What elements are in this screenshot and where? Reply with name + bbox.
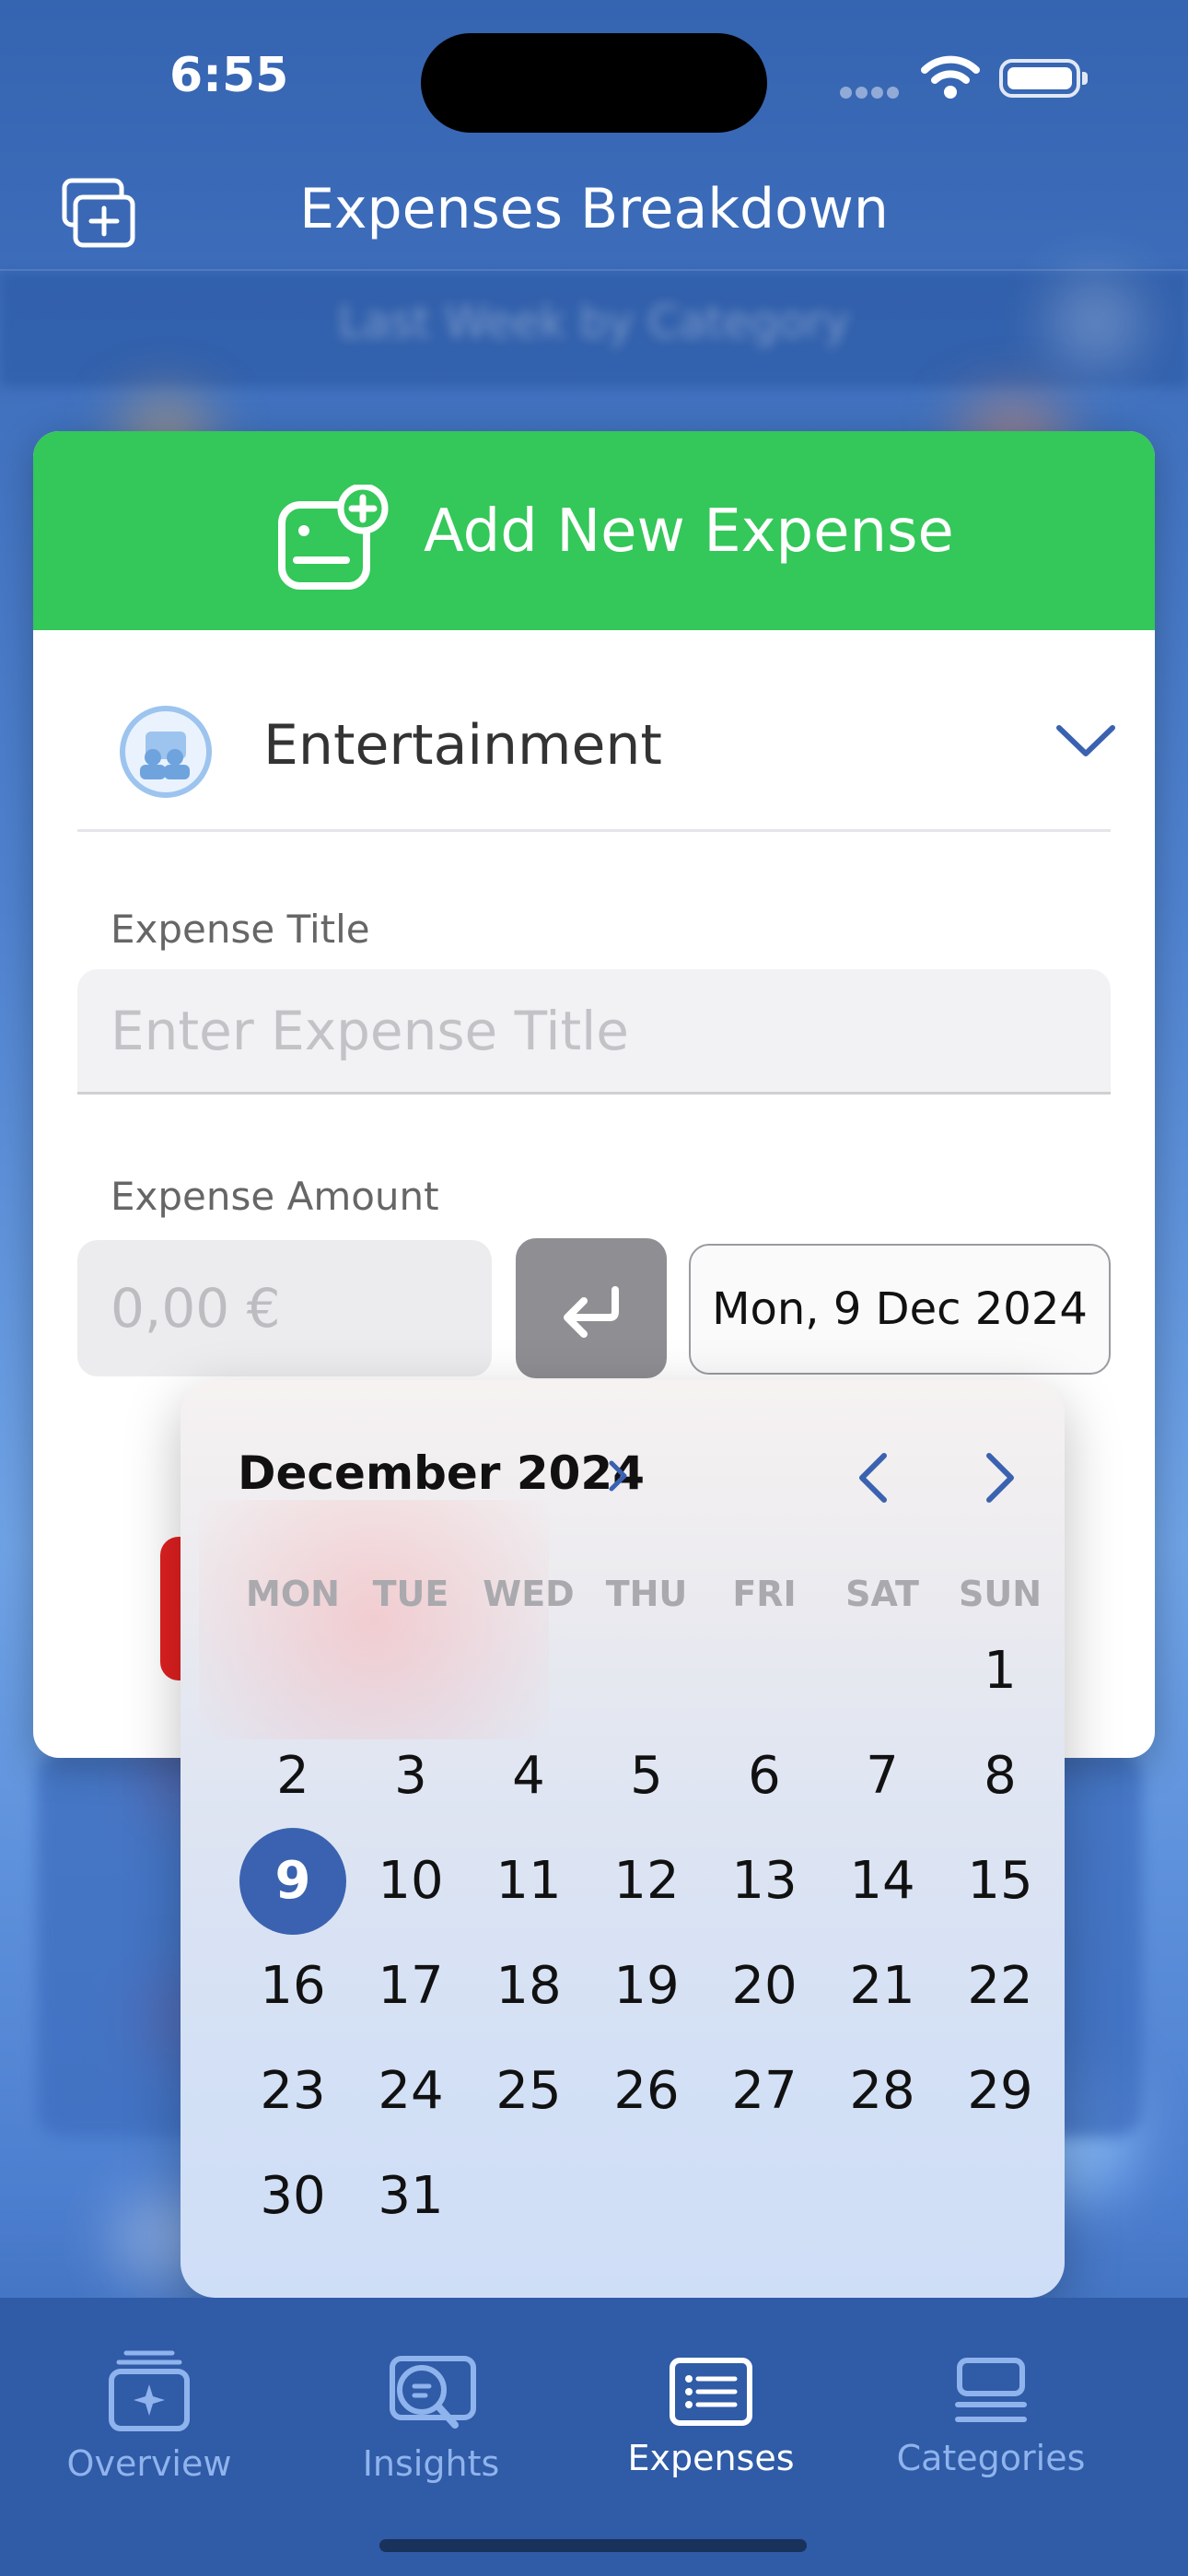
calendar-day[interactable]: 13: [711, 1828, 818, 1935]
categories-icon: [853, 2335, 1129, 2427]
calendar-day[interactable]: 17: [357, 1933, 464, 2040]
chevron-right-icon[interactable]: [606, 1458, 630, 1498]
calendar-day[interactable]: 27: [711, 2038, 818, 2145]
calendar-day[interactable]: 10: [357, 1828, 464, 1935]
weekday-label: TUE: [372, 1574, 449, 1614]
calendar-day-selected[interactable]: 9: [239, 1828, 346, 1935]
wifi-icon: [921, 53, 980, 103]
dynamic-island: [421, 33, 767, 133]
selected-category-label: Entertainment: [263, 713, 662, 778]
category-picker[interactable]: Entertainment: [77, 630, 1115, 832]
weekday-label: THU: [605, 1574, 688, 1614]
expense-title-input[interactable]: [77, 969, 1111, 1095]
card-title: Add New Expense: [424, 498, 954, 566]
return-key-button[interactable]: [516, 1238, 667, 1378]
add-expense-icon: [274, 483, 392, 599]
calendar-day[interactable]: 6: [711, 1723, 818, 1830]
calendar-day[interactable]: 1: [947, 1618, 1054, 1725]
calendar-glow: [199, 1500, 549, 1739]
calendar-day[interactable]: 26: [593, 2038, 700, 2145]
calendar-day[interactable]: 24: [357, 2038, 464, 2145]
calendar-day[interactable]: 28: [829, 2038, 936, 2145]
cellular-signal-icon: [840, 85, 904, 100]
calendar-day[interactable]: 5: [593, 1723, 700, 1830]
chevron-right-icon: [986, 1453, 1014, 1503]
calendar-month-label[interactable]: December 2024: [238, 1446, 645, 1500]
date-picker-popover: December 2024 MON TUE WED THU FRI SAT SUN 1234…: [181, 1380, 1065, 2298]
calendar-day[interactable]: 16: [239, 1933, 346, 2040]
weekday-label: SAT: [845, 1574, 919, 1614]
calendar-day[interactable]: 15: [947, 1828, 1054, 1935]
weekday-label: FRI: [732, 1574, 797, 1614]
calendar-day[interactable]: 3: [357, 1723, 464, 1830]
calendar-day[interactable]: 31: [357, 2143, 464, 2250]
calendar-day[interactable]: 18: [475, 1933, 582, 2040]
calendar-day[interactable]: 2: [239, 1723, 346, 1830]
chevron-left-icon: [859, 1453, 887, 1503]
tab-insights[interactable]: Insights: [293, 2340, 569, 2484]
tab-label-overview: Overview: [66, 2443, 232, 2484]
tab-expenses[interactable]: Expenses: [573, 2335, 849, 2478]
insights-icon: [293, 2340, 569, 2432]
calendar-day[interactable]: 8: [947, 1723, 1054, 1830]
battery-icon: [999, 59, 1088, 98]
calendar-day[interactable]: 12: [593, 1828, 700, 1935]
calendar-day[interactable]: 25: [475, 2038, 582, 2145]
tab-label-insights: Insights: [362, 2443, 500, 2484]
expense-date-button[interactable]: Mon, 9 Dec 2024: [689, 1244, 1111, 1375]
chevron-down-icon: [1054, 720, 1118, 765]
calendar-day[interactable]: 23: [239, 2038, 346, 2145]
weekday-label: WED: [483, 1574, 575, 1614]
tab-label-expenses: Expenses: [627, 2438, 795, 2478]
overview-icon: [11, 2340, 287, 2432]
tab-overview[interactable]: Overview: [11, 2340, 287, 2484]
calendar-day[interactable]: 14: [829, 1828, 936, 1935]
tab-categories[interactable]: Categories: [853, 2335, 1129, 2478]
background-subtitle: Last Week by Category: [338, 297, 850, 348]
calendar-day[interactable]: 19: [593, 1933, 700, 2040]
next-month-button[interactable]: [978, 1450, 1020, 1509]
previous-month-button[interactable]: [853, 1450, 895, 1509]
expense-amount-label: Expense Amount: [111, 1174, 439, 1219]
page-title: Expenses Breakdown: [299, 177, 889, 241]
status-time: 6:55: [169, 48, 289, 103]
tab-bar: Overview Insights Expenses Categories: [0, 2298, 1188, 2576]
weekday-label: SUN: [958, 1574, 1042, 1614]
calendar-day[interactable]: 20: [711, 1933, 818, 2040]
expenses-icon: [573, 2335, 849, 2427]
calendar-day[interactable]: 29: [947, 2038, 1054, 2145]
calendar-day[interactable]: 4: [475, 1723, 582, 1830]
expense-amount-input[interactable]: [77, 1240, 492, 1376]
return-icon: [564, 1286, 619, 1338]
status-bar: 6:55: [0, 0, 1188, 157]
home-indicator: [379, 2539, 807, 2552]
calendar-day[interactable]: 21: [829, 1933, 936, 2040]
calendar-day[interactable]: 7: [829, 1723, 936, 1830]
calendar-day[interactable]: 22: [947, 1933, 1054, 2040]
tab-label-categories: Categories: [896, 2438, 1086, 2478]
calendar-day[interactable]: 11: [475, 1828, 582, 1935]
weekday-label: MON: [246, 1574, 340, 1614]
calendar-day[interactable]: 30: [239, 2143, 346, 2250]
background-blob: [1050, 276, 1142, 369]
nav-bar: Expenses Breakdown: [0, 157, 1188, 271]
entertainment-category-icon: [118, 704, 214, 803]
card-header: Add New Expense: [33, 431, 1155, 630]
expense-title-label: Expense Title: [111, 907, 370, 952]
